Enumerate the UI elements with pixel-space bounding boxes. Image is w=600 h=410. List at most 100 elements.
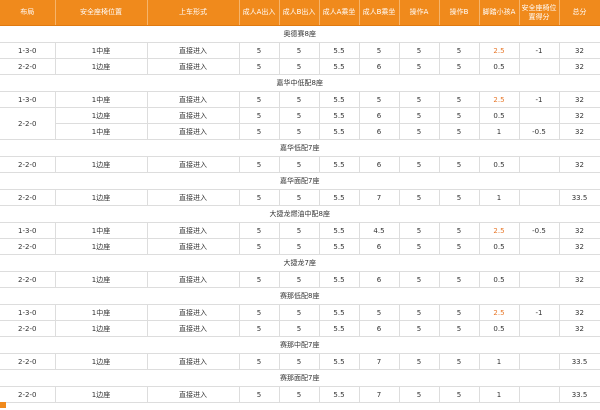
score-cell	[519, 353, 560, 370]
entry-type-cell: 直接进入	[147, 107, 240, 124]
score-cell: 5	[239, 42, 280, 59]
seat-position-cell: 1中座	[55, 42, 148, 59]
entry-type-cell: 直接进入	[147, 304, 240, 321]
column-header[interactable]: 安全座椅位置得分	[519, 0, 560, 26]
score-cell: 0.5	[479, 156, 520, 173]
score-cell: 6	[359, 58, 400, 75]
score-cell: 5	[279, 271, 320, 288]
column-header[interactable]: 成人A乘坐	[319, 0, 360, 26]
column-header[interactable]: 布局	[0, 0, 56, 26]
layout-cell: 2-2-0	[0, 156, 56, 173]
score-cell	[519, 238, 560, 255]
entry-type-cell: 直接进入	[147, 238, 240, 255]
layout-cell: 1-3-0	[0, 91, 56, 108]
score-cell: 32	[559, 304, 600, 321]
score-cell: 0.5	[479, 271, 520, 288]
entry-type-cell: 直接进入	[147, 353, 240, 370]
score-cell: 5	[279, 123, 320, 140]
score-cell: 5	[399, 123, 440, 140]
score-cell: 32	[559, 320, 600, 337]
entry-type-cell: 直接进入	[147, 271, 240, 288]
score-cell: 5	[359, 91, 400, 108]
score-cell: -1	[519, 42, 560, 59]
column-header[interactable]: 操作A	[399, 0, 440, 26]
score-cell: 5.5	[319, 189, 360, 206]
section-title-row: 赛那低配8座	[0, 287, 600, 305]
score-cell: 5.5	[319, 271, 360, 288]
layout-cell: 2-2-0	[0, 107, 56, 140]
score-cell: 5	[439, 91, 480, 108]
section-title-row: 嘉华面配7座	[0, 172, 600, 190]
table-row: 1-3-0 1中座 直接进入 5 5 5.5 4.5 5 5 2.5 -0.5 32	[0, 222, 600, 239]
seat-position-cell: 1中座	[55, 91, 148, 108]
score-cell: 5	[239, 353, 280, 370]
score-cell: 5	[279, 320, 320, 337]
column-header[interactable]: 安全座椅位置	[55, 0, 148, 26]
column-header[interactable]: 脚踏小孩A	[479, 0, 520, 26]
comparison-table: 布局 安全座椅位置 上车形式 成人A出入 成人B出入 成人A乘坐 成人B乘坐 操作A 操作B 脚踏…	[0, 0, 600, 403]
score-cell: -0.5	[519, 222, 560, 239]
score-cell: 32	[559, 58, 600, 75]
column-header[interactable]: 成人B出入	[279, 0, 320, 26]
score-cell: 5	[279, 222, 320, 239]
score-cell	[519, 107, 560, 124]
column-header[interactable]: 上车形式	[147, 0, 240, 26]
seat-position-cell: 1边座	[55, 320, 148, 337]
layout-cell: 1-3-0	[0, 42, 56, 59]
score-cell: 5	[399, 222, 440, 239]
score-cell: 5.5	[319, 107, 360, 124]
seat-position-cell: 1中座	[55, 123, 148, 140]
score-cell: 0.5	[479, 107, 520, 124]
seat-position-cell: 1边座	[55, 107, 148, 124]
column-header[interactable]: 成人B乘坐	[359, 0, 400, 26]
score-cell	[519, 58, 560, 75]
score-cell: 5	[439, 271, 480, 288]
score-cell: 2.5	[479, 42, 520, 59]
section-title: 大捷龙燃油中配8座	[0, 205, 600, 223]
score-cell: 6	[359, 156, 400, 173]
score-cell	[519, 320, 560, 337]
score-cell: 5.5	[319, 156, 360, 173]
table-row: 2-2-0 1边座 直接进入 5 5 5.5 6 5 5 0.5 32	[0, 320, 600, 337]
table-row: 1中座 直接进入 5 5 5.5 6 5 5 1 -0.5 32	[0, 123, 600, 140]
score-cell: 32	[559, 238, 600, 255]
score-cell: 5	[399, 304, 440, 321]
score-cell: 7	[359, 189, 400, 206]
score-cell: 0.5	[479, 320, 520, 337]
score-cell: 7	[359, 353, 400, 370]
score-cell: 5	[439, 123, 480, 140]
entry-type-cell: 直接进入	[147, 222, 240, 239]
entry-type-cell: 直接进入	[147, 58, 240, 75]
section-title: 嘉华低配7座	[0, 139, 600, 157]
score-cell: 5	[439, 222, 480, 239]
score-cell: 5.5	[319, 304, 360, 321]
column-header[interactable]: 成人A出入	[239, 0, 280, 26]
column-header[interactable]: 总分	[559, 0, 600, 26]
score-cell: 5	[279, 42, 320, 59]
layout-cell: 2-2-0	[0, 320, 56, 337]
section-title-row: 嘉华低配7座	[0, 139, 600, 157]
seat-position-cell: 1边座	[55, 58, 148, 75]
score-cell: 5	[279, 58, 320, 75]
seat-position-cell: 1边座	[55, 238, 148, 255]
section-title: 赛那低配8座	[0, 287, 600, 305]
section-title-row: 赛那面配7座	[0, 369, 600, 387]
score-cell: 5	[279, 107, 320, 124]
table-row: 1-3-0 1中座 直接进入 5 5 5.5 5 5 5 2.5 -1 32	[0, 304, 600, 321]
layout-cell: 2-2-0	[0, 238, 56, 255]
score-cell: 5	[399, 271, 440, 288]
section-title-row: 大捷龙7座	[0, 254, 600, 272]
table-row: 2-2-0 1边座 直接进入 5 5 5.5 6 5 5 0.5 32	[0, 107, 600, 140]
section-title: 奥德赛8座	[0, 25, 600, 43]
score-cell: 6	[359, 238, 400, 255]
score-cell: 33.5	[559, 353, 600, 370]
score-cell	[519, 189, 560, 206]
column-header[interactable]: 操作B	[439, 0, 480, 26]
score-cell: 2.5	[479, 304, 520, 321]
score-cell: 2.5	[479, 91, 520, 108]
score-cell: 5	[399, 320, 440, 337]
seat-position-cell: 1中座	[55, 222, 148, 239]
entry-type-cell: 直接进入	[147, 156, 240, 173]
layout-cell: 2-2-0	[0, 189, 56, 206]
score-cell: 5	[439, 107, 480, 124]
